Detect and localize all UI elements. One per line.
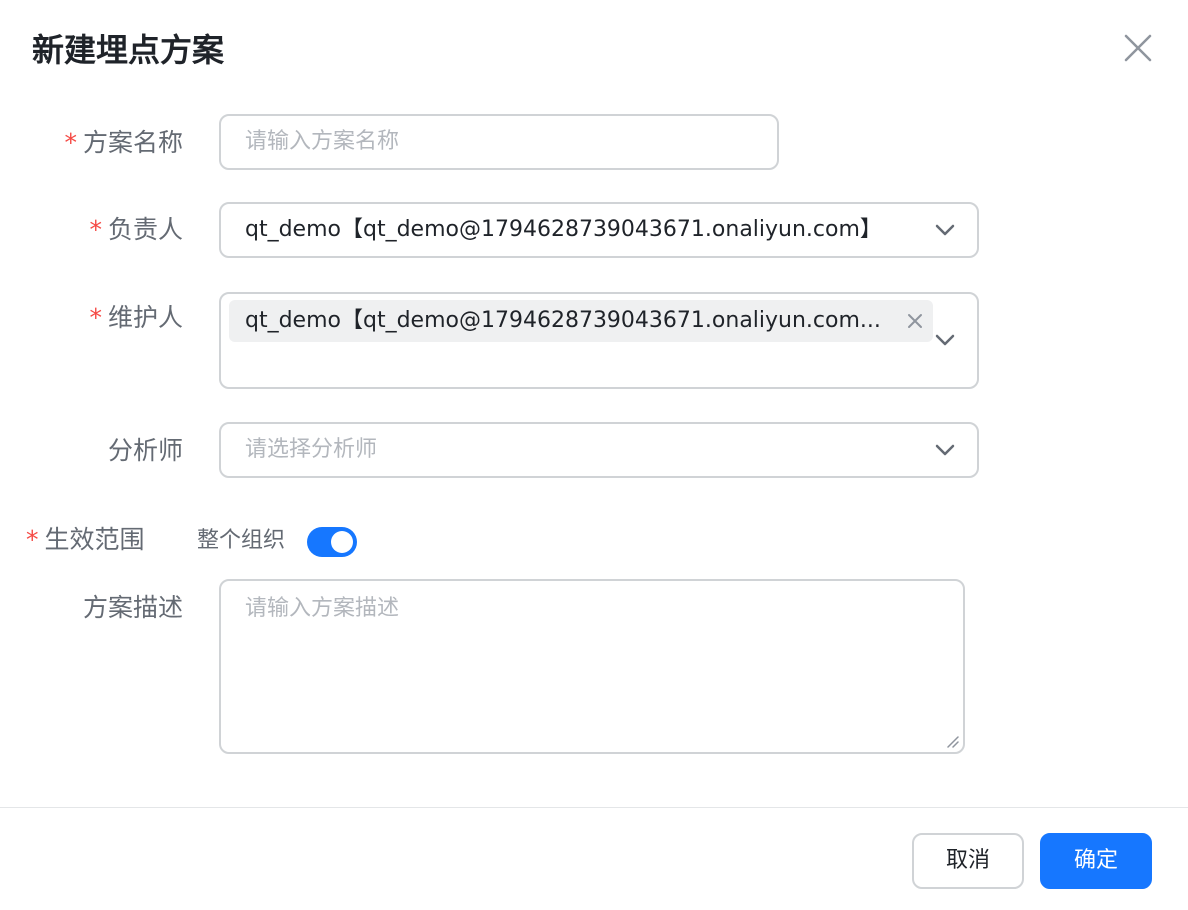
description-label: 方案描述 <box>82 593 183 622</box>
analyst-select[interactable]: 请选择分析师 <box>219 422 979 478</box>
close-icon <box>1124 34 1152 62</box>
maintainer-tag-label: qt_demo【qt_demo@1794628739043671.onaliyu… <box>245 308 881 333</box>
new-scheme-dialog: 新建埋点方案 * 方案名称 请输入方案名称 * 负责人 qt_demo【qt_dem… <box>0 0 1188 910</box>
required-mark: * <box>89 303 102 332</box>
maintainer-tag: qt_demo【qt_demo@1794628739043671.onaliyu… <box>229 300 933 342</box>
scope-toggle[interactable] <box>307 527 357 557</box>
cancel-button[interactable]: 取消 <box>912 833 1024 889</box>
tag-remove-icon[interactable] <box>905 311 925 331</box>
required-mark: * <box>89 215 102 244</box>
scheme-name-input[interactable]: 请输入方案名称 <box>219 114 779 170</box>
owner-select[interactable]: qt_demo【qt_demo@1794628739043671.onaliyu… <box>219 202 979 258</box>
owner-label: * 负责人 <box>89 215 183 244</box>
footer-divider <box>0 807 1188 808</box>
close-button[interactable] <box>1118 28 1158 68</box>
scope-label: * 生效范围 <box>26 525 145 554</box>
analyst-label: 分析师 <box>107 436 183 465</box>
maintainer-select[interactable]: qt_demo【qt_demo@1794628739043671.onaliyu… <box>219 292 979 389</box>
resize-handle-icon[interactable] <box>945 734 959 748</box>
chevron-down-icon <box>935 334 955 346</box>
required-mark: * <box>26 525 39 554</box>
scope-switch-label: 整个组织 <box>197 528 286 553</box>
scheme-name-placeholder: 请输入方案名称 <box>245 129 400 154</box>
toggle-knob <box>331 531 353 553</box>
analyst-placeholder: 请选择分析师 <box>245 437 378 462</box>
description-textarea[interactable]: 请输入方案描述 <box>219 579 965 754</box>
chevron-down-icon <box>935 444 955 456</box>
dialog-title: 新建埋点方案 <box>32 31 225 69</box>
scheme-name-label: * 方案名称 <box>64 128 183 157</box>
chevron-down-icon <box>935 224 955 236</box>
owner-value: qt_demo【qt_demo@1794628739043671.onaliyu… <box>245 217 882 242</box>
maintainer-label: * 维护人 <box>89 303 183 332</box>
required-mark: * <box>64 128 77 157</box>
description-placeholder: 请输入方案描述 <box>245 596 400 621</box>
confirm-button[interactable]: 确定 <box>1040 833 1152 889</box>
